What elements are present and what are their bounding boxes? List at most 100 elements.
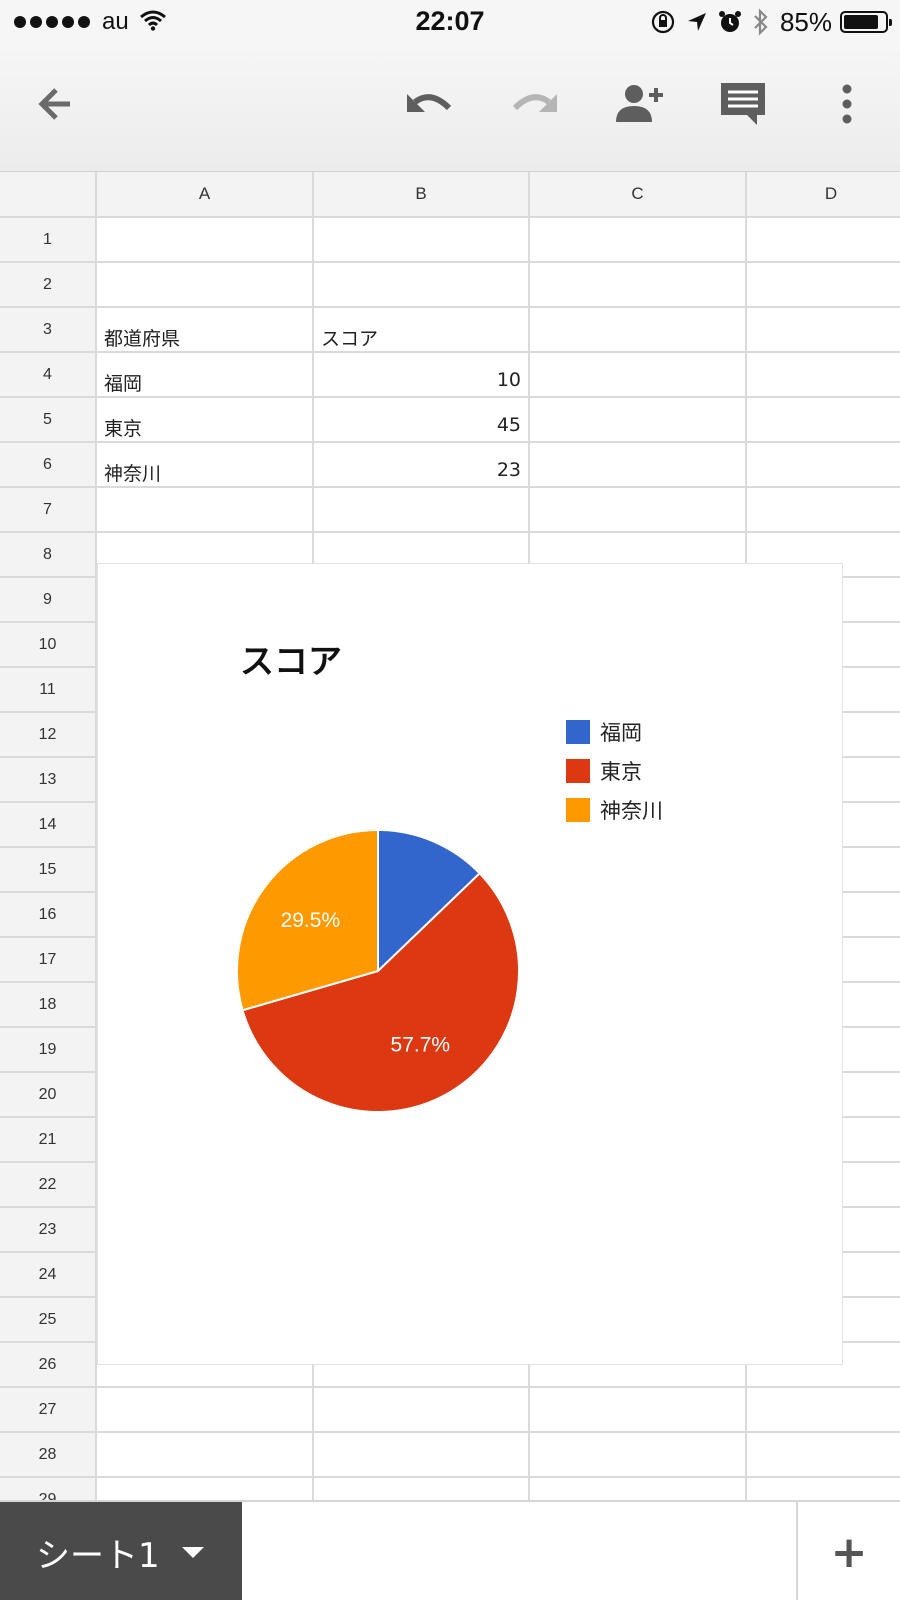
- back-arrow-icon[interactable]: [26, 74, 86, 134]
- grid-cell[interactable]: [747, 398, 900, 443]
- comment-icon[interactable]: [713, 74, 773, 134]
- row-header[interactable]: 26: [0, 1343, 97, 1388]
- sheet-tab[interactable]: シート1: [0, 1502, 242, 1600]
- row-header[interactable]: 17: [0, 938, 97, 983]
- grid-cell[interactable]: [314, 263, 530, 308]
- row-header[interactable]: 10: [0, 623, 97, 668]
- grid-cell[interactable]: [97, 1388, 314, 1433]
- grid-cell[interactable]: 神奈川: [97, 443, 314, 488]
- grid-cell[interactable]: 都道府県: [97, 308, 314, 353]
- grid-cell[interactable]: [314, 1478, 530, 1500]
- row-header[interactable]: 6: [0, 443, 97, 488]
- grid-cell[interactable]: [747, 263, 900, 308]
- grid-cell[interactable]: 10: [314, 353, 530, 398]
- grid-cell[interactable]: 東京: [97, 398, 314, 443]
- row-header[interactable]: 13: [0, 758, 97, 803]
- column-header-d[interactable]: D: [747, 172, 900, 218]
- row-header[interactable]: 12: [0, 713, 97, 758]
- row-header[interactable]: 21: [0, 1118, 97, 1163]
- column-header-a[interactable]: A: [97, 172, 314, 218]
- grid-cell[interactable]: [530, 1478, 747, 1500]
- grid-cell[interactable]: 福岡: [97, 353, 314, 398]
- row-header[interactable]: 29: [0, 1478, 97, 1500]
- add-person-icon[interactable]: [609, 74, 669, 134]
- row-header[interactable]: 23: [0, 1208, 97, 1253]
- add-sheet-button[interactable]: +: [796, 1502, 900, 1600]
- location-arrow-icon: [686, 11, 708, 33]
- row-header[interactable]: 25: [0, 1298, 97, 1343]
- grid-cell[interactable]: [314, 488, 530, 533]
- row-header[interactable]: 4: [0, 353, 97, 398]
- grid-cell[interactable]: [314, 218, 530, 263]
- column-header-b[interactable]: B: [314, 172, 530, 218]
- grid-cell[interactable]: [314, 1388, 530, 1433]
- grid-cell[interactable]: [530, 308, 747, 353]
- grid-cell[interactable]: 23: [314, 443, 530, 488]
- column-header-c[interactable]: C: [530, 172, 747, 218]
- grid-row: 1: [0, 218, 900, 263]
- status-bar: au 22:07 85%: [0, 0, 900, 44]
- row-header[interactable]: 28: [0, 1433, 97, 1478]
- row-header[interactable]: 20: [0, 1073, 97, 1118]
- undo-icon[interactable]: [399, 74, 459, 134]
- grid-row: 28: [0, 1433, 900, 1478]
- grid-cell[interactable]: [97, 1478, 314, 1500]
- row-header[interactable]: 18: [0, 983, 97, 1028]
- row-header[interactable]: 9: [0, 578, 97, 623]
- row-header[interactable]: 14: [0, 803, 97, 848]
- grid-cell[interactable]: [530, 263, 747, 308]
- pie-chart[interactable]: スコア 57.7% 29.5% 福岡 東京 神奈川: [97, 563, 843, 1365]
- row-header[interactable]: 7: [0, 488, 97, 533]
- grid-row: 2: [0, 263, 900, 308]
- grid-row: 4 福岡 10: [0, 353, 900, 398]
- row-header[interactable]: 22: [0, 1163, 97, 1208]
- grid-cell[interactable]: [747, 308, 900, 353]
- grid-cell[interactable]: [97, 218, 314, 263]
- more-vert-icon[interactable]: [817, 74, 877, 134]
- row-header[interactable]: 15: [0, 848, 97, 893]
- sheet-menu-caret-icon[interactable]: [181, 1546, 204, 1558]
- row-header[interactable]: 1: [0, 218, 97, 263]
- row-header[interactable]: 24: [0, 1253, 97, 1298]
- grid-cell[interactable]: [747, 1478, 900, 1500]
- row-header[interactable]: 5: [0, 398, 97, 443]
- grid-cell[interactable]: 45: [314, 398, 530, 443]
- grid-cell[interactable]: [530, 353, 747, 398]
- row-header[interactable]: 19: [0, 1028, 97, 1073]
- pie-slice-label: 29.5%: [281, 909, 341, 932]
- row-header[interactable]: 16: [0, 893, 97, 938]
- toolbar: [0, 44, 900, 172]
- pie-chart-plot: 57.7% 29.5%: [236, 828, 520, 1113]
- grid-cell[interactable]: [747, 443, 900, 488]
- row-header[interactable]: 3: [0, 308, 97, 353]
- legend-label: 神奈川: [600, 798, 663, 823]
- grid-cell[interactable]: [530, 488, 747, 533]
- legend-label: 福岡: [600, 720, 642, 745]
- rotation-lock-icon: [650, 9, 676, 35]
- grid-row: 3 都道府県 スコア: [0, 308, 900, 353]
- row-header[interactable]: 8: [0, 533, 97, 578]
- grid-cell[interactable]: [97, 263, 314, 308]
- grid-cell[interactable]: [747, 218, 900, 263]
- redo-icon[interactable]: [505, 74, 565, 134]
- row-header[interactable]: 27: [0, 1388, 97, 1433]
- grid-cell[interactable]: [530, 1433, 747, 1478]
- grid-cell[interactable]: [97, 488, 314, 533]
- grid-cell[interactable]: [747, 1433, 900, 1478]
- sheet-tab-label: シート1: [36, 1535, 160, 1576]
- grid-cell[interactable]: スコア: [314, 308, 530, 353]
- grid-cell[interactable]: [747, 488, 900, 533]
- battery-percent: 85%: [779, 6, 832, 37]
- grid-cell[interactable]: [97, 1433, 314, 1478]
- grid-cell[interactable]: [530, 443, 747, 488]
- row-header[interactable]: 2: [0, 263, 97, 308]
- select-all-corner[interactable]: [0, 172, 97, 218]
- grid-cell[interactable]: [747, 353, 900, 398]
- grid-cell[interactable]: [747, 1388, 900, 1433]
- grid-cell[interactable]: [530, 218, 747, 263]
- row-header[interactable]: 11: [0, 668, 97, 713]
- grid-cell[interactable]: [530, 1388, 747, 1433]
- grid-cell[interactable]: [530, 398, 747, 443]
- grid-cell[interactable]: [314, 1433, 530, 1478]
- chart-legend: 福岡 東京 神奈川: [566, 712, 663, 829]
